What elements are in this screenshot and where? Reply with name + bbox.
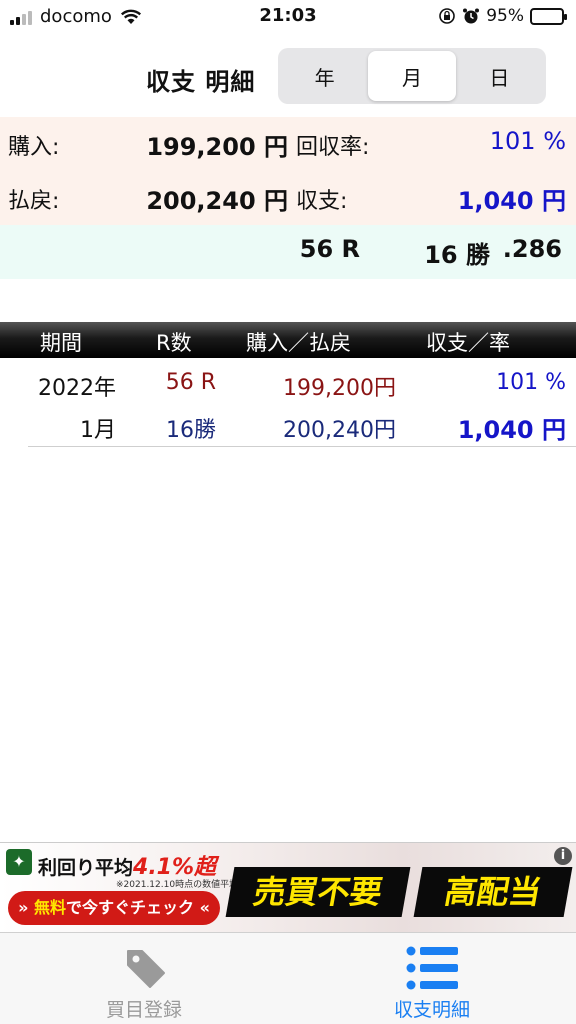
row-period-month: 1月 <box>80 418 116 443</box>
tab-bar: 買目登録 収支明細 <box>0 932 576 1024</box>
recovery-rate-label: 回収率: <box>296 135 370 160</box>
header-purchase-payout: 購入／払戻 <box>246 331 351 355</box>
ad-cta-button[interactable]: » 無料で今すぐチェック « <box>8 891 220 925</box>
ad-cta-text: で今すぐチェック <box>66 898 195 917</box>
recovery-rate-value: 101 % <box>489 127 566 155</box>
tab-register-bets[interactable]: 買目登録 <box>0 933 288 1024</box>
ad-cta-prefix: » <box>18 898 29 917</box>
row-purchase: 199,200円 <box>283 376 396 401</box>
ad-headline-text: 利回り平均 <box>38 857 134 879</box>
segment-day[interactable]: 日 <box>456 51 543 101</box>
summary-row-purchase: 購入: 199,200 円 回収率: 101 % <box>0 117 576 171</box>
row-races: 56 R <box>165 370 216 395</box>
orientation-lock-icon <box>439 8 456 24</box>
purchase-label: 購入: <box>8 135 60 160</box>
summary-row-stats: 56 R 16 勝 .286 <box>0 225 576 279</box>
status-right: 95% <box>438 6 567 26</box>
tag-icon <box>127 950 165 988</box>
segment-month[interactable]: 月 <box>368 51 456 101</box>
row-rate: 101 % <box>496 370 566 395</box>
row-divider <box>28 446 576 447</box>
payout-label: 払戻: <box>8 189 60 214</box>
balance-label: 収支: <box>296 189 348 214</box>
win-count: 16 勝 <box>424 241 490 269</box>
tab-balance-details[interactable]: 収支明細 <box>288 933 576 1024</box>
ad-box-high-dividend: 高配当 <box>413 867 573 917</box>
ad-note: ※2021.12.10時点の数値平均 <box>116 880 239 890</box>
ad-banner[interactable]: ✦ 利回り平均4.1%超 ※2021.12.10時点の数値平均 » 無料で今すぐ… <box>0 842 576 932</box>
page-title: 収支 明細 <box>146 68 256 96</box>
win-rate: .286 <box>502 235 562 263</box>
payout-value: 200,240 円 <box>146 187 288 215</box>
battery-charging-icon <box>530 7 567 25</box>
tab-register-label: 買目登録 <box>105 999 182 1021</box>
list-icon <box>406 946 458 990</box>
ad-info-icon[interactable]: i <box>554 847 572 865</box>
battery-percent: 95% <box>486 6 524 26</box>
header-balance-rate: 収支／率 <box>426 331 510 355</box>
ad-box-no-trading: 売買不要 <box>225 867 411 917</box>
race-count: 56 R <box>299 235 360 263</box>
period-segmented-control: 年 月 日 <box>278 48 546 104</box>
ad-cta-free: 無料 <box>33 898 66 917</box>
purchase-value: 199,200 円 <box>146 133 288 161</box>
table-header: 期間 R数 購入／払戻 収支／率 <box>0 322 576 358</box>
header-races: R数 <box>156 331 192 355</box>
ad-cta-suffix: « <box>199 898 210 917</box>
row-wins: 16勝 <box>166 418 216 443</box>
ad-logo-icon: ✦ <box>6 849 32 875</box>
tab-balance-label: 収支明細 <box>393 999 470 1021</box>
row-period-year: 2022年 <box>38 376 116 401</box>
row-payout: 200,240円 <box>283 418 396 443</box>
header-period: 期間 <box>40 331 82 355</box>
status-bar: docomo 21:03 95% <box>0 0 576 34</box>
row-balance: 1,040 円 <box>457 416 566 444</box>
balance-value: 1,040 円 <box>457 187 566 215</box>
summary-row-payout: 払戻: 200,240 円 収支: 1,040 円 <box>0 171 576 225</box>
alarm-icon <box>463 8 480 24</box>
segment-year[interactable]: 年 <box>281 51 368 101</box>
